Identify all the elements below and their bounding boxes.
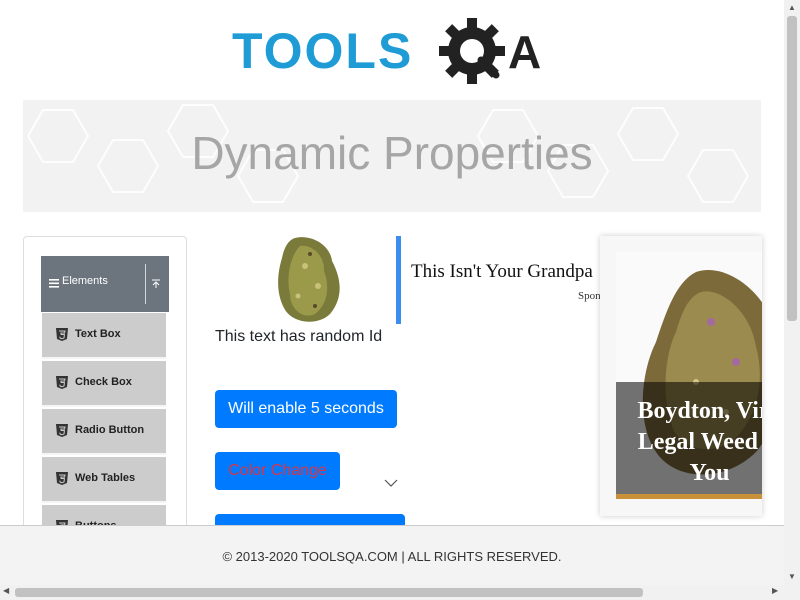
scroll-up-arrow-icon[interactable]: ▲	[788, 3, 796, 12]
ad-sponsor-label: Spon	[578, 290, 601, 302]
sidebar-item-label: Check Box	[75, 376, 132, 388]
copyright-text: © 2013-2020 TOOLSQA.COM | ALL RIGHTS RES…	[222, 549, 562, 564]
ad-accent-stripe	[616, 494, 762, 499]
ad-overlay-text: Boydton, Virg Legal Weed D You	[637, 398, 762, 486]
html5-icon	[56, 472, 68, 485]
menu-icon	[49, 279, 59, 288]
random-id-text: This text has random Id	[215, 328, 383, 345]
color-change-button[interactable]: Color Change	[215, 452, 340, 490]
svg-text:A: A	[508, 26, 541, 78]
sidebar-item-check-box[interactable]: Check Box	[42, 361, 166, 407]
sidebar-item-radio-button[interactable]: Radio Button	[42, 409, 166, 455]
sidebar-item-web-tables[interactable]: Web Tables	[42, 457, 166, 503]
sidebar-item-label: Text Box	[75, 328, 121, 340]
divider	[145, 264, 146, 304]
ad-accent-bar	[396, 236, 401, 324]
elements-group-label: Elements	[62, 275, 108, 287]
page-banner: Dynamic Properties	[23, 100, 761, 212]
page-title: Dynamic Properties	[191, 127, 593, 179]
scroll-down-arrow-icon[interactable]: ▼	[788, 572, 796, 581]
vertical-scrollbar[interactable]: ▲ ▼	[784, 0, 800, 585]
ad-headline[interactable]: This Isn't Your Grandpa	[411, 261, 593, 283]
scroll-left-arrow-icon[interactable]: ◀	[3, 586, 9, 595]
html5-icon	[56, 376, 68, 389]
horizontal-scroll-thumb[interactable]	[15, 588, 643, 597]
sidebar-item-label: Web Tables	[75, 472, 136, 484]
sidebar: Elements Text Box Check Box Radio Button…	[23, 236, 187, 538]
collapse-up-icon[interactable]	[151, 278, 161, 290]
chevron-down-icon[interactable]	[383, 478, 399, 488]
vertical-scroll-thumb[interactable]	[787, 16, 797, 321]
ad-panel[interactable]: Boydton, Virg Legal Weed D You	[600, 236, 762, 516]
toolsqa-logo[interactable]: TOOLS A	[230, 14, 560, 92]
html5-icon	[56, 424, 68, 437]
sidebar-item-label: Radio Button	[75, 424, 145, 436]
footer: © 2013-2020 TOOLSQA.COM | ALL RIGHTS RES…	[0, 525, 784, 586]
svg-text:TOOLS: TOOLS	[232, 23, 413, 79]
html5-icon	[56, 328, 68, 341]
ad-product-image[interactable]	[270, 236, 350, 324]
horizontal-scrollbar[interactable]: ◀ ▶	[0, 585, 800, 600]
enable-after-button[interactable]: Will enable 5 seconds	[215, 390, 397, 428]
sidebar-item-text-box[interactable]: Text Box	[42, 313, 166, 359]
scroll-right-arrow-icon[interactable]: ▶	[772, 586, 778, 595]
elements-group-header[interactable]: Elements	[41, 256, 169, 312]
